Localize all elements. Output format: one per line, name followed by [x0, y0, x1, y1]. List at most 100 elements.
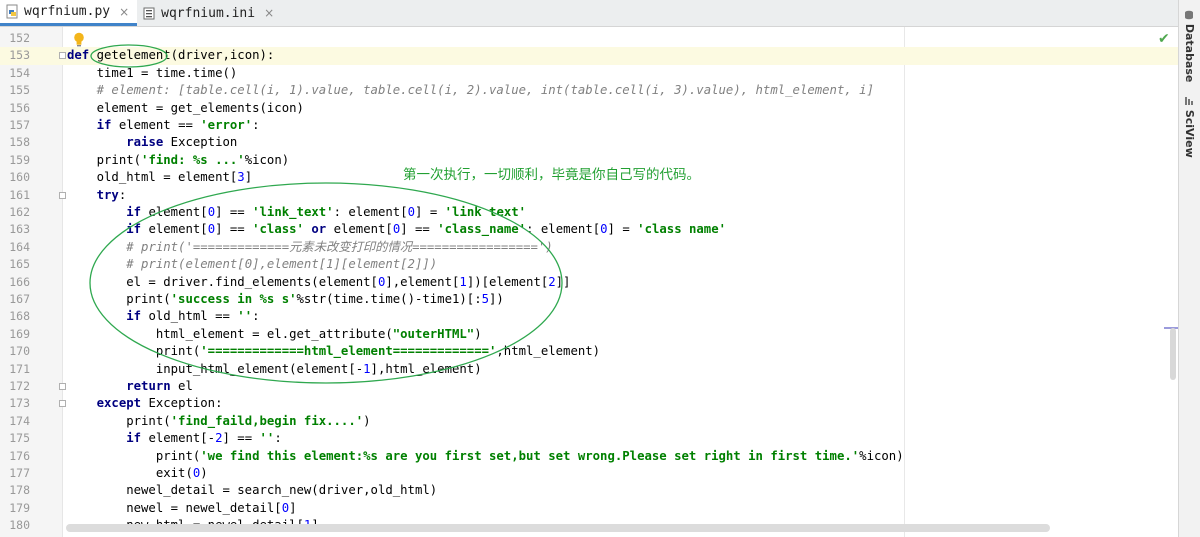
code-line[interactable]: 174 print('find_faild,begin fix....') [0, 413, 1178, 430]
code-line[interactable]: 162 if element[0] == 'link_text': elemen… [0, 204, 1178, 221]
code-text: time1 = time.time() [67, 65, 238, 80]
code-editor[interactable]: 152 153 def getelement(driver,icon): 154 ti… [0, 27, 1178, 537]
code-text: exit(0) [67, 466, 208, 480]
code-text: print('=============html_element========… [67, 344, 601, 359]
code-text: print('we find this element:%s are you f… [67, 448, 904, 463]
line-number: 162 [9, 205, 30, 219]
code-text: try: [96, 187, 127, 202]
close-icon[interactable]: × [119, 5, 129, 19]
database-tool-tab[interactable]: Database [1183, 10, 1196, 82]
line-number: 154 [9, 65, 30, 80]
line-number: 180 [9, 518, 30, 533]
line-number: 152 [9, 31, 30, 45]
line-number: 173 [9, 396, 30, 411]
line-number: 179 [9, 500, 30, 515]
code-line[interactable]: 164 # print('=============元素未改变打印的情况====… [0, 239, 1178, 256]
code-line[interactable]: 170 print('=============html_element====… [0, 343, 1178, 360]
code-text: except Exception: [96, 396, 223, 411]
fold-marker[interactable] [59, 52, 66, 60]
line-number: 171 [9, 361, 30, 376]
code-line[interactable]: 161 try: [0, 187, 1178, 204]
line-number: 174 [9, 413, 30, 428]
line-number: 177 [9, 466, 30, 480]
code-text: if element[-2] == '': [126, 431, 282, 446]
code-text: newel = newel_detail[0] [67, 500, 297, 515]
code-text: # print(element[0],element[1][element[2]… [126, 257, 438, 272]
code-line[interactable]: 172 return el [0, 378, 1178, 395]
line-number: 158 [9, 135, 30, 150]
code-line[interactable]: 154 time1 = time.time() [0, 65, 1178, 82]
code-text: if element[0] == 'class' or element[0] =… [126, 222, 727, 237]
tab-wqrfnium-py[interactable]: wqrfnium.py × [0, 0, 138, 26]
code-text: if element == 'error': [96, 118, 260, 132]
code-line[interactable]: 152 [0, 30, 1178, 47]
sciview-icon [1185, 97, 1193, 105]
line-number: 160 [9, 170, 30, 185]
code-text: html_element = el.get_attribute("outerHT… [67, 326, 482, 341]
fold-marker[interactable] [59, 191, 66, 199]
inspection-ok-icon[interactable]: ✔ [1158, 31, 1170, 47]
code-text: if element[0] == 'link_text': element[0]… [126, 205, 527, 219]
line-number: 155 [9, 83, 30, 98]
code-line[interactable]: 171 input_html_element(element[-1],html_… [0, 361, 1178, 378]
code-line[interactable]: 153 def getelement(driver,icon): [0, 47, 1178, 65]
code-line[interactable]: 169 html_element = el.get_attribute("out… [0, 326, 1178, 343]
code-line[interactable]: 177 exit(0) [0, 465, 1178, 482]
close-icon[interactable]: × [264, 6, 274, 20]
code-text: print('find: %s ...'%icon) [67, 152, 290, 167]
line-number: 178 [9, 483, 30, 498]
line-number: 166 [9, 274, 30, 289]
line-number: 165 [9, 257, 30, 272]
line-number: 164 [9, 239, 30, 254]
code-line[interactable]: 165 # print(element[0],element[1][elemen… [0, 256, 1178, 273]
code-text: return el [126, 379, 193, 393]
code-text: input_html_element(element[-1],html_elem… [67, 361, 482, 376]
lightbulb-icon[interactable] [73, 32, 85, 51]
line-number: 168 [9, 309, 30, 324]
line-number: 153 [9, 48, 30, 63]
fold-marker[interactable] [59, 383, 66, 390]
line-number: 159 [9, 152, 30, 167]
right-tool-window-bar: Database SciView [1178, 0, 1200, 537]
code-line[interactable]: 166 el = driver.find_elements(element[0]… [0, 274, 1178, 291]
code-text: # element: [table.cell(i, 1).value, tabl… [96, 83, 874, 98]
code-text: element = get_elements(icon) [67, 100, 304, 115]
horizontal-scrollbar[interactable] [66, 524, 1050, 532]
code-line[interactable]: 175 if element[-2] == '': [0, 430, 1178, 447]
code-text: old_html = element[3] [67, 170, 253, 185]
code-text: newel_detail = search_new(driver,old_htm… [67, 483, 438, 498]
line-number: 176 [9, 448, 30, 463]
database-tab-label: Database [1183, 23, 1196, 83]
tab-label: wqrfnium.ini [161, 5, 256, 21]
line-number: 156 [9, 100, 30, 115]
code-text: el = driver.find_elements(element[0],ele… [67, 274, 571, 289]
code-line[interactable]: 167 print('success in %s s'%str(time.tim… [0, 291, 1178, 308]
code-text: def getelement(driver,icon): [67, 48, 275, 63]
code-line[interactable]: 173 except Exception: [0, 395, 1178, 412]
line-number: 163 [9, 222, 30, 237]
code-line[interactable]: 155 # element: [table.cell(i, 1).value, … [0, 82, 1178, 99]
vertical-scrollbar[interactable] [1170, 328, 1176, 380]
code-line[interactable]: 158 raise Exception [0, 134, 1178, 151]
code-line[interactable]: 179 newel = newel_detail[0] [0, 500, 1178, 517]
line-number: 167 [9, 292, 30, 306]
code-text: # print('=============元素未改变打印的情况========… [126, 239, 553, 254]
tab-label: wqrfnium.py [24, 4, 111, 19]
code-line[interactable]: 168 if old_html == '': [0, 308, 1178, 325]
code-line[interactable]: 178 newel_detail = search_new(driver,old… [0, 482, 1178, 499]
code-text: print('success in %s s'%str(time.time()-… [67, 292, 504, 306]
sciview-tool-tab[interactable]: SciView [1183, 96, 1196, 158]
annotation-text: 第一次执行，一切顺利，毕竟是你自己写的代码。 [403, 167, 700, 183]
code-line[interactable]: 163 if element[0] == 'class' or element[… [0, 221, 1178, 238]
sciview-tab-label: SciView [1183, 109, 1196, 158]
tab-wqrfnium-ini[interactable]: wqrfnium.ini × [137, 0, 282, 26]
fold-marker[interactable] [59, 400, 66, 408]
line-number: 161 [9, 187, 30, 202]
code-line[interactable]: 157 if element == 'error': [0, 117, 1178, 134]
code-line[interactable]: 156 element = get_elements(icon) [0, 100, 1178, 117]
code-text: print('find_faild,begin fix....') [67, 413, 371, 428]
database-icon [1185, 10, 1193, 20]
line-number: 169 [9, 326, 30, 341]
line-number: 170 [9, 344, 30, 359]
code-line[interactable]: 176 print('we find this element:%s are y… [0, 448, 1178, 465]
